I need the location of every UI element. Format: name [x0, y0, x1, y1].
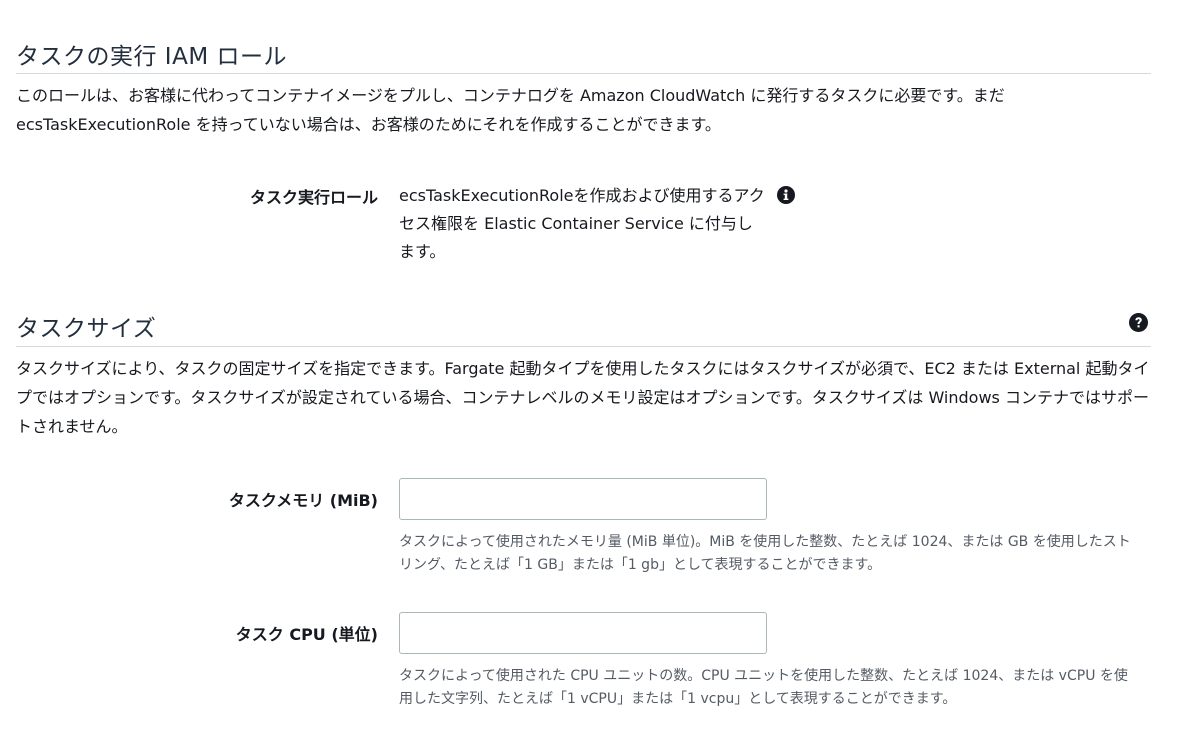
task-size-section-description: タスクサイズにより、タスクの固定サイズを指定できます。Fargate 起動タイプ…: [16, 359, 1150, 436]
task-size-section-title: タスクサイズ: [16, 316, 157, 342]
task-cpu-hint: タスクによって使用された CPU ユニットの数。CPU ユニットを使用した整数、…: [399, 668, 1128, 707]
iam-section-description: このロールは、お客様に代わってコンテナイメージをプルし、コンテナログを Amaz…: [16, 86, 1005, 134]
task-memory-label: タスクメモリ (MiB): [228, 491, 378, 510]
info-circle-icon[interactable]: [777, 186, 795, 204]
task-execution-role-value: ecsTaskExecutionRoleを作成および使用するアクセス権限を El…: [399, 186, 765, 261]
question-circle-icon[interactable]: [1129, 313, 1148, 332]
task-size-section-divider: [16, 346, 1151, 347]
task-cpu-input[interactable]: [399, 612, 767, 654]
iam-section-title: タスクの実行 IAM ロール: [16, 44, 287, 70]
task-cpu-label: タスク CPU (単位): [235, 625, 378, 644]
task-memory-hint: タスクによって使用されたメモリ量 (MiB 単位)。MiB を使用した整数、たと…: [399, 534, 1131, 573]
task-memory-input[interactable]: [399, 478, 767, 520]
iam-section-divider: [16, 73, 1151, 74]
task-execution-role-label: タスク実行ロール: [249, 188, 378, 207]
